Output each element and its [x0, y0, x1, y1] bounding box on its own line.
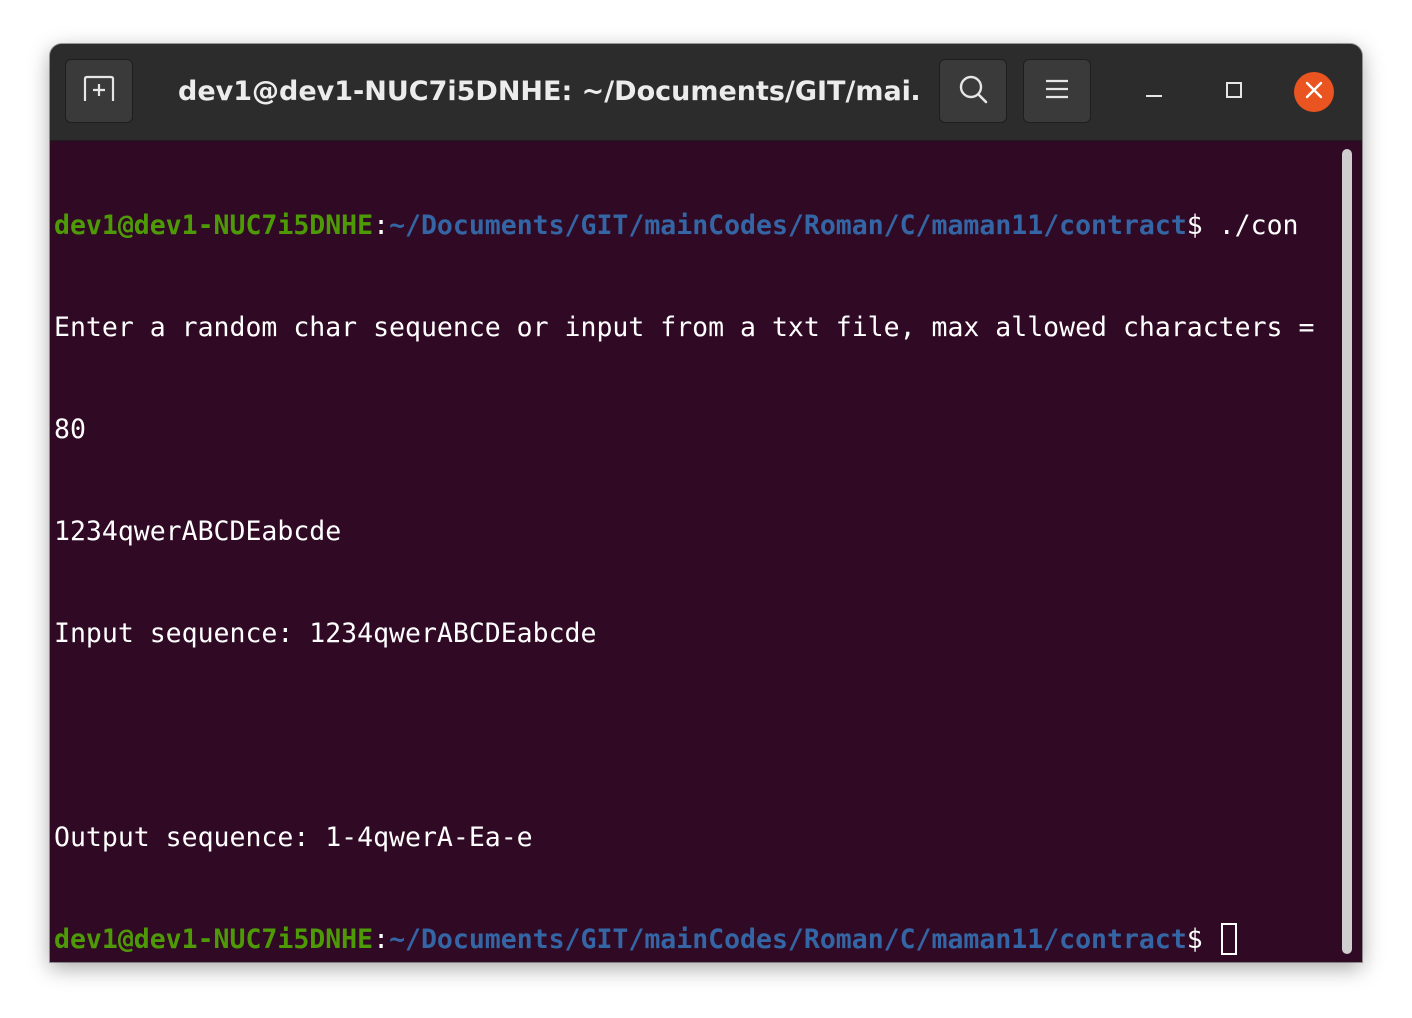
minimize-icon: [1145, 81, 1163, 104]
new-tab-button[interactable]: [65, 59, 133, 123]
maximize-button[interactable]: [1214, 72, 1254, 112]
terminal-area[interactable]: dev1@dev1-NUC7i5DNHE:~/Documents/GIT/mai…: [50, 141, 1362, 962]
prompt-user-host: dev1@dev1-NUC7i5DNHE: [54, 924, 374, 955]
close-button[interactable]: [1294, 72, 1334, 112]
close-icon: [1305, 81, 1323, 104]
output-line: 1234qwerABCDEabcde: [54, 516, 342, 547]
terminal-window: dev1@dev1-NUC7i5DNHE: ~/Documents/GIT/ma…: [50, 44, 1362, 962]
header-bar: dev1@dev1-NUC7i5DNHE: ~/Documents/GIT/ma…: [50, 44, 1362, 141]
output-line: Output sequence: 1-4qwerA-Ea-e: [54, 822, 533, 853]
text-cursor: [1220, 923, 1237, 955]
prompt-line: dev1@dev1-NUC7i5DNHE:~/Documents/GIT/mai…: [54, 209, 1314, 243]
prompt-colon: :: [373, 924, 390, 955]
hamburger-menu-icon: [1045, 78, 1069, 105]
minimize-button[interactable]: [1134, 72, 1174, 112]
maximize-icon: [1225, 81, 1243, 104]
prompt-dollar: $: [1186, 210, 1219, 241]
terminal-output: dev1@dev1-NUC7i5DNHE:~/Documents/GIT/mai…: [54, 141, 1314, 962]
scrollbar[interactable]: [1342, 149, 1352, 954]
prompt-dollar: $: [1186, 924, 1219, 955]
prompt-user-host: dev1@dev1-NUC7i5DNHE: [54, 210, 374, 241]
new-tab-icon: [82, 74, 116, 109]
output-line: Input sequence: 1234qwerABCDEabcde: [54, 618, 597, 649]
prompt-command: ./con: [1218, 210, 1299, 241]
menu-button[interactable]: [1023, 59, 1091, 123]
output-line: Enter a random char sequence or input fr…: [54, 312, 1315, 343]
search-button[interactable]: [939, 59, 1007, 123]
window-title: dev1@dev1-NUC7i5DNHE: ~/Documents/GIT/ma…: [178, 76, 918, 107]
scrollbar-thumb[interactable]: [1342, 149, 1352, 954]
search-icon: [957, 73, 989, 110]
prompt-path: ~/Documents/GIT/mainCodes/Roman/C/maman1…: [389, 924, 1187, 955]
prompt-path: ~/Documents/GIT/mainCodes/Roman/C/maman1…: [389, 210, 1187, 241]
prompt-line: dev1@dev1-NUC7i5DNHE:~/Documents/GIT/mai…: [54, 923, 1314, 957]
output-line: 80: [54, 414, 86, 445]
prompt-colon: :: [373, 210, 390, 241]
